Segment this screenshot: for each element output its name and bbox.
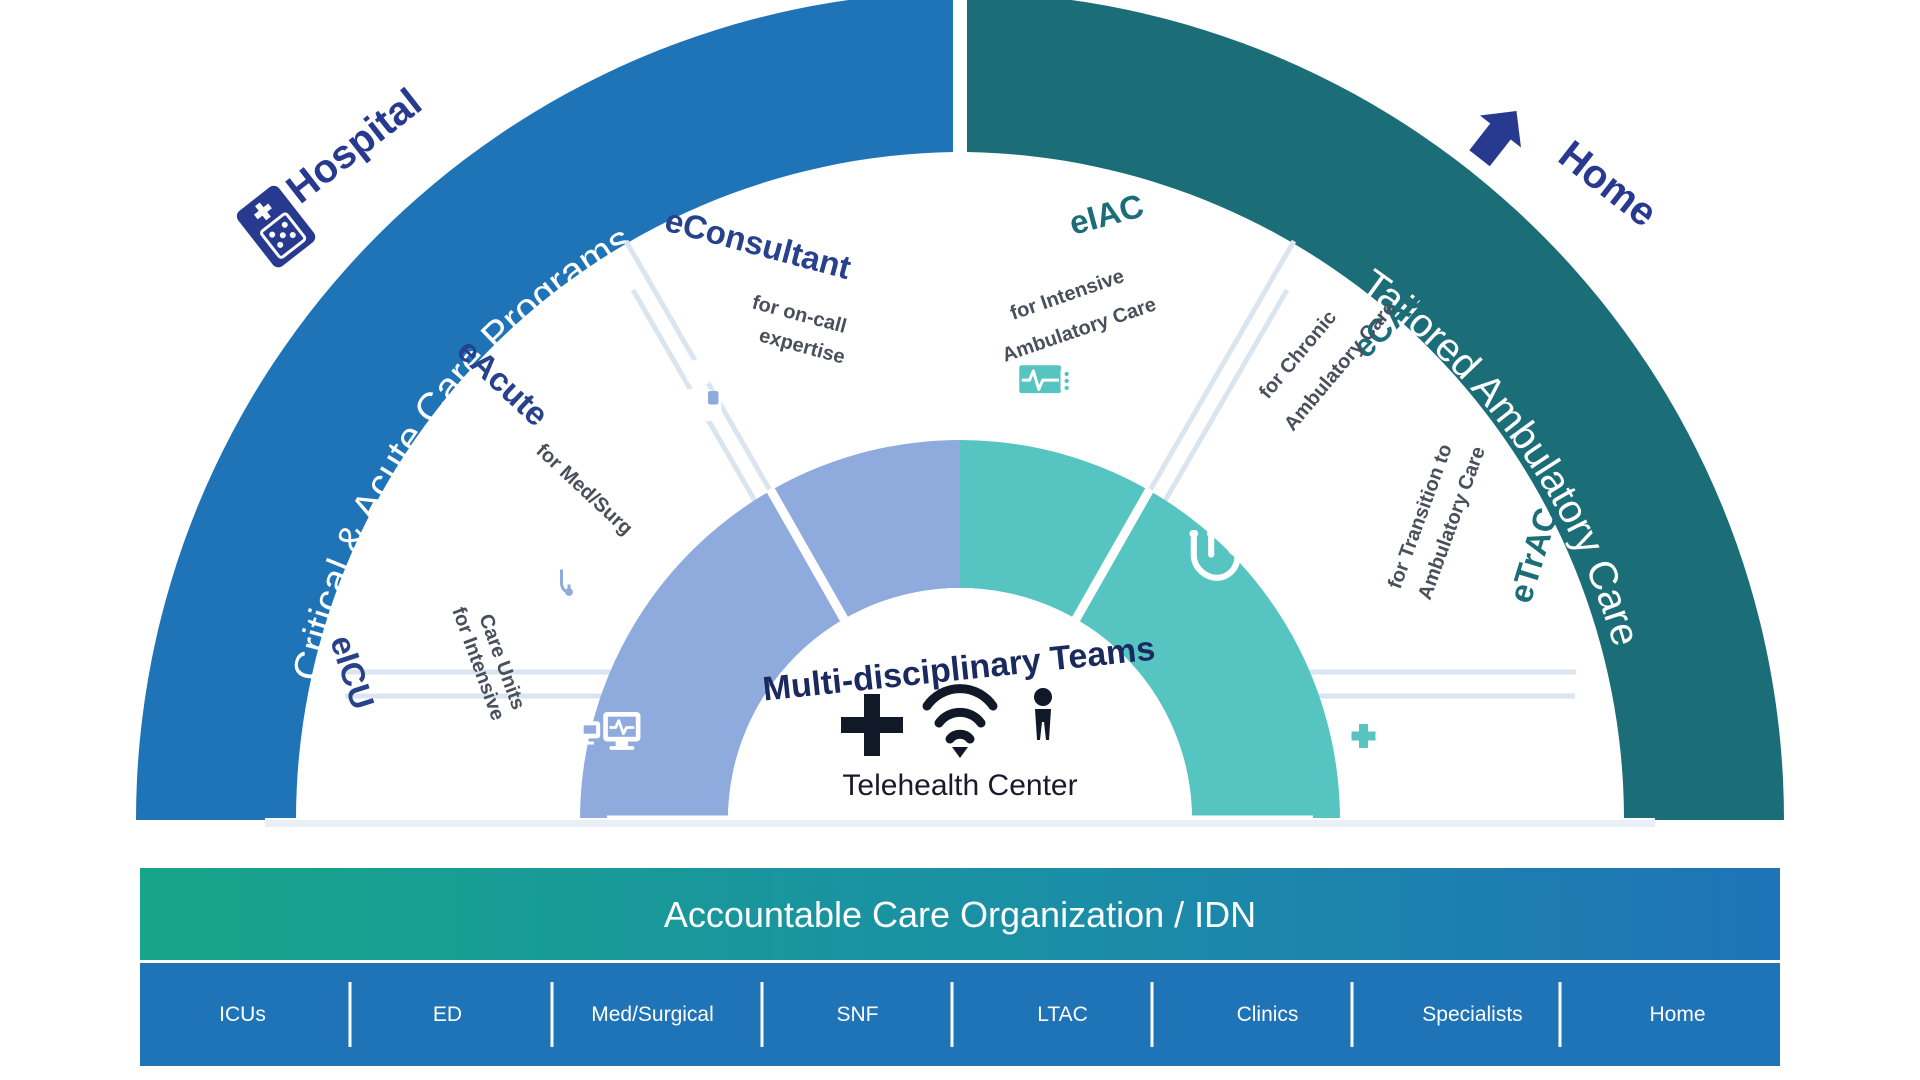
- home-arrow-icon: [1469, 111, 1521, 167]
- facility-item-icus[interactable]: ICUs: [140, 963, 345, 1066]
- facility-item-home[interactable]: Home: [1575, 963, 1780, 1066]
- aco-bar: Accountable Care Organization / IDN: [140, 868, 1780, 960]
- facility-item-specialists[interactable]: Specialists: [1370, 963, 1575, 1066]
- corner-label-hospital-text: Hospital: [278, 80, 429, 212]
- baseline-shadow: [265, 820, 1655, 827]
- facility-item-ltac[interactable]: LTAC: [960, 963, 1165, 1066]
- sector-label-eacute: eAcute for Med/Surg: [450, 331, 637, 540]
- facility-item-clinics-label: Clinics: [1236, 1002, 1299, 1026]
- sector-name-econsultant: eConsultant: [661, 201, 855, 286]
- facility-item-specialists-label: Specialists: [1422, 1002, 1523, 1026]
- sector-label-eicu: eICU for Intensive Care Units: [323, 604, 529, 723]
- sector-name-etrac: eTrAC: [1501, 503, 1565, 607]
- corner-label-home-text: Home: [1550, 132, 1665, 235]
- sector-name-eicu: eICU: [323, 631, 381, 714]
- patient-monitor-icon: [1014, 360, 1073, 399]
- sector-label-eiac: eIAC for Intensive Ambulatory Care: [999, 187, 1159, 367]
- radial-diagram: Critical & Acute Care Programs Tailored …: [136, 0, 1784, 1066]
- facility-item-medsurgical[interactable]: Med/Surgical: [550, 963, 755, 1066]
- facility-item-snf[interactable]: SNF: [755, 963, 960, 1066]
- aco-bar-label: Accountable Care Organization / IDN: [664, 894, 1256, 935]
- facility-item-ed[interactable]: ED: [345, 963, 550, 1066]
- telehealth-model-diagram: Critical & Acute Care Programs Tailored …: [0, 0, 1920, 1080]
- sector-label-econsultant: eConsultant for on-call expertise: [661, 201, 855, 369]
- facility-item-icus-label: ICUs: [219, 1002, 266, 1026]
- doctor-stethoscope-icon: [546, 539, 592, 604]
- facility-item-snf-label: SNF: [836, 1002, 879, 1026]
- sector-subtitle-eacute-line1: for Med/Surg: [532, 440, 637, 540]
- facility-item-medsurgical-label: Med/Surgical: [591, 1002, 714, 1026]
- facility-item-home-label: Home: [1649, 1002, 1706, 1026]
- home-plus-icon: [1335, 700, 1392, 748]
- core-subtitle: Telehealth Center: [842, 769, 1077, 802]
- facility-item-ltac-label: LTAC: [1037, 1002, 1088, 1026]
- facility-item-ed-label: ED: [432, 1002, 463, 1026]
- facility-bar-labels: ICUs ED Med/Surgical SNF LTAC Clinics Sp…: [140, 963, 1780, 1066]
- sector-name-eiac: eIAC: [1065, 187, 1147, 242]
- facility-item-clinics[interactable]: Clinics: [1165, 963, 1370, 1066]
